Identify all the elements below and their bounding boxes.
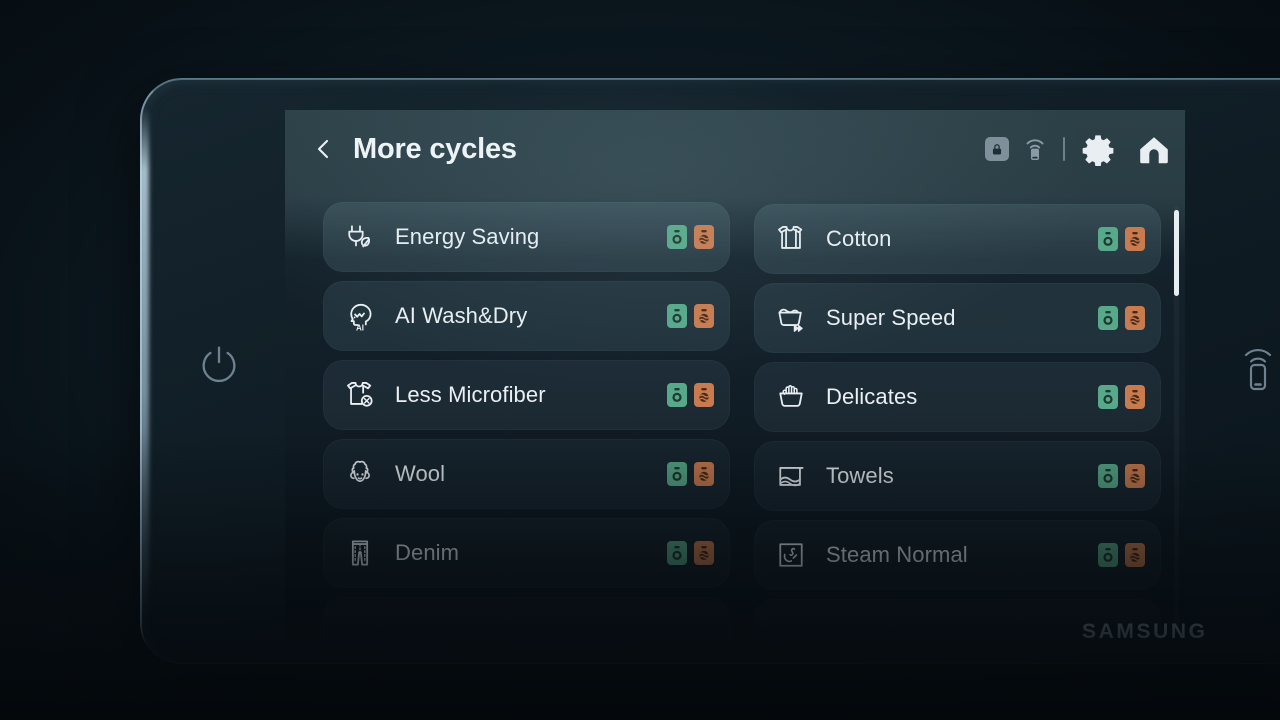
plug-leaf-icon bbox=[341, 218, 379, 256]
cycle-label: Less Microfiber bbox=[395, 382, 546, 407]
touchscreen: More cycles Energy Saving AI AI Wash&Dry… bbox=[285, 110, 1185, 642]
basin-fast-icon bbox=[772, 299, 810, 337]
cycle-item-energy-saving[interactable]: Energy Saving bbox=[323, 202, 730, 272]
cycle-badges bbox=[667, 304, 714, 328]
cycle-item-steam-normal[interactable]: Steam Normal bbox=[754, 520, 1161, 590]
scrollbar-track[interactable] bbox=[1174, 206, 1179, 630]
lock-icon[interactable] bbox=[985, 137, 1009, 161]
cycle-badges bbox=[667, 225, 714, 249]
washer-badge bbox=[1098, 543, 1118, 567]
cycle-item-denim[interactable]: Denim bbox=[323, 518, 730, 588]
remote-icon[interactable] bbox=[1023, 136, 1047, 162]
cycle-badges bbox=[1098, 464, 1145, 488]
cycle-label: Steam Normal bbox=[826, 542, 968, 567]
tshirt-icon bbox=[772, 220, 810, 258]
cycle-label: AI Wash&Dry bbox=[395, 303, 528, 328]
cycle-badges bbox=[1098, 227, 1145, 251]
cycle-label: Energy Saving bbox=[395, 224, 540, 249]
washer-badge bbox=[667, 541, 687, 565]
brand-logo: SAMSUNG bbox=[1082, 620, 1208, 643]
ai-head-icon: AI bbox=[341, 297, 379, 335]
cycle-item-cotton[interactable]: Cotton bbox=[754, 204, 1161, 274]
gear-icon[interactable] bbox=[1081, 132, 1115, 167]
jeans-icon bbox=[341, 534, 379, 572]
cycle-badges bbox=[1098, 306, 1145, 330]
cycle-badges bbox=[1098, 543, 1145, 567]
cycle-item-delicates[interactable]: Delicates bbox=[754, 362, 1161, 432]
cycle-badges bbox=[1098, 385, 1145, 409]
smart-connect-icon[interactable] bbox=[1238, 338, 1278, 394]
dryer-badge bbox=[694, 225, 714, 249]
appliance-scene: More cycles Energy Saving AI AI Wash&Dry… bbox=[0, 0, 1280, 720]
scrollbar-thumb[interactable] bbox=[1174, 210, 1179, 296]
washer-badge bbox=[667, 225, 687, 249]
svg-text:AI: AI bbox=[356, 323, 364, 332]
washer-badge bbox=[667, 304, 687, 328]
dryer-badge bbox=[1125, 227, 1145, 251]
cycle-column-right: Cotton Super Speed Delicates Towels Stea… bbox=[754, 202, 1161, 642]
cycle-badges bbox=[667, 541, 714, 565]
cycle-column-left: Energy Saving AI AI Wash&Dry Less Microf… bbox=[323, 202, 730, 642]
sheep-icon bbox=[341, 455, 379, 493]
hand-wash-icon bbox=[772, 378, 810, 416]
header-icon-group bbox=[985, 132, 1171, 167]
dryer-badge bbox=[1125, 385, 1145, 409]
panel-edge-glow bbox=[140, 108, 149, 628]
cycle-item-ai-wash-dry[interactable]: AI AI Wash&Dry bbox=[323, 281, 730, 351]
cycle-item-super-speed[interactable]: Super Speed bbox=[754, 283, 1161, 353]
dryer-badge bbox=[1125, 543, 1145, 567]
cycle-label: Wool bbox=[395, 461, 446, 486]
cycle-label: Super Speed bbox=[826, 305, 956, 330]
back-button[interactable] bbox=[309, 129, 339, 169]
shirt-microfiber-icon bbox=[341, 376, 379, 414]
home-icon[interactable] bbox=[1137, 134, 1171, 164]
dryer-badge bbox=[1125, 306, 1145, 330]
towel-icon bbox=[772, 457, 810, 495]
cycle-grid: Energy Saving AI AI Wash&Dry Less Microf… bbox=[323, 202, 1161, 642]
washer-badge bbox=[667, 383, 687, 407]
cycle-item-wool[interactable]: Wool bbox=[323, 439, 730, 509]
cycle-label: Denim bbox=[395, 540, 460, 565]
washer-badge bbox=[667, 462, 687, 486]
cycle-badges bbox=[667, 383, 714, 407]
cycle-item-less-microfiber[interactable]: Less Microfiber bbox=[323, 360, 730, 430]
header-divider bbox=[1063, 137, 1065, 161]
washer-badge bbox=[1098, 227, 1118, 251]
dryer-badge bbox=[694, 304, 714, 328]
cycle-label: Cotton bbox=[826, 226, 892, 251]
cycle-label: Delicates bbox=[826, 384, 918, 409]
steam-icon bbox=[772, 536, 810, 574]
dryer-badge bbox=[694, 541, 714, 565]
dryer-badge bbox=[694, 383, 714, 407]
cycle-item-next-partial[interactable] bbox=[323, 597, 730, 642]
power-button[interactable] bbox=[196, 340, 242, 386]
washer-badge bbox=[1098, 385, 1118, 409]
washer-badge bbox=[1098, 306, 1118, 330]
cycle-label: Towels bbox=[826, 463, 894, 488]
screen-header: More cycles bbox=[285, 110, 1185, 188]
dryer-badge bbox=[1125, 464, 1145, 488]
page-title: More cycles bbox=[353, 132, 517, 165]
cycle-item-towels[interactable]: Towels bbox=[754, 441, 1161, 511]
dryer-badge bbox=[694, 462, 714, 486]
cycle-badges bbox=[667, 462, 714, 486]
washer-badge bbox=[1098, 464, 1118, 488]
